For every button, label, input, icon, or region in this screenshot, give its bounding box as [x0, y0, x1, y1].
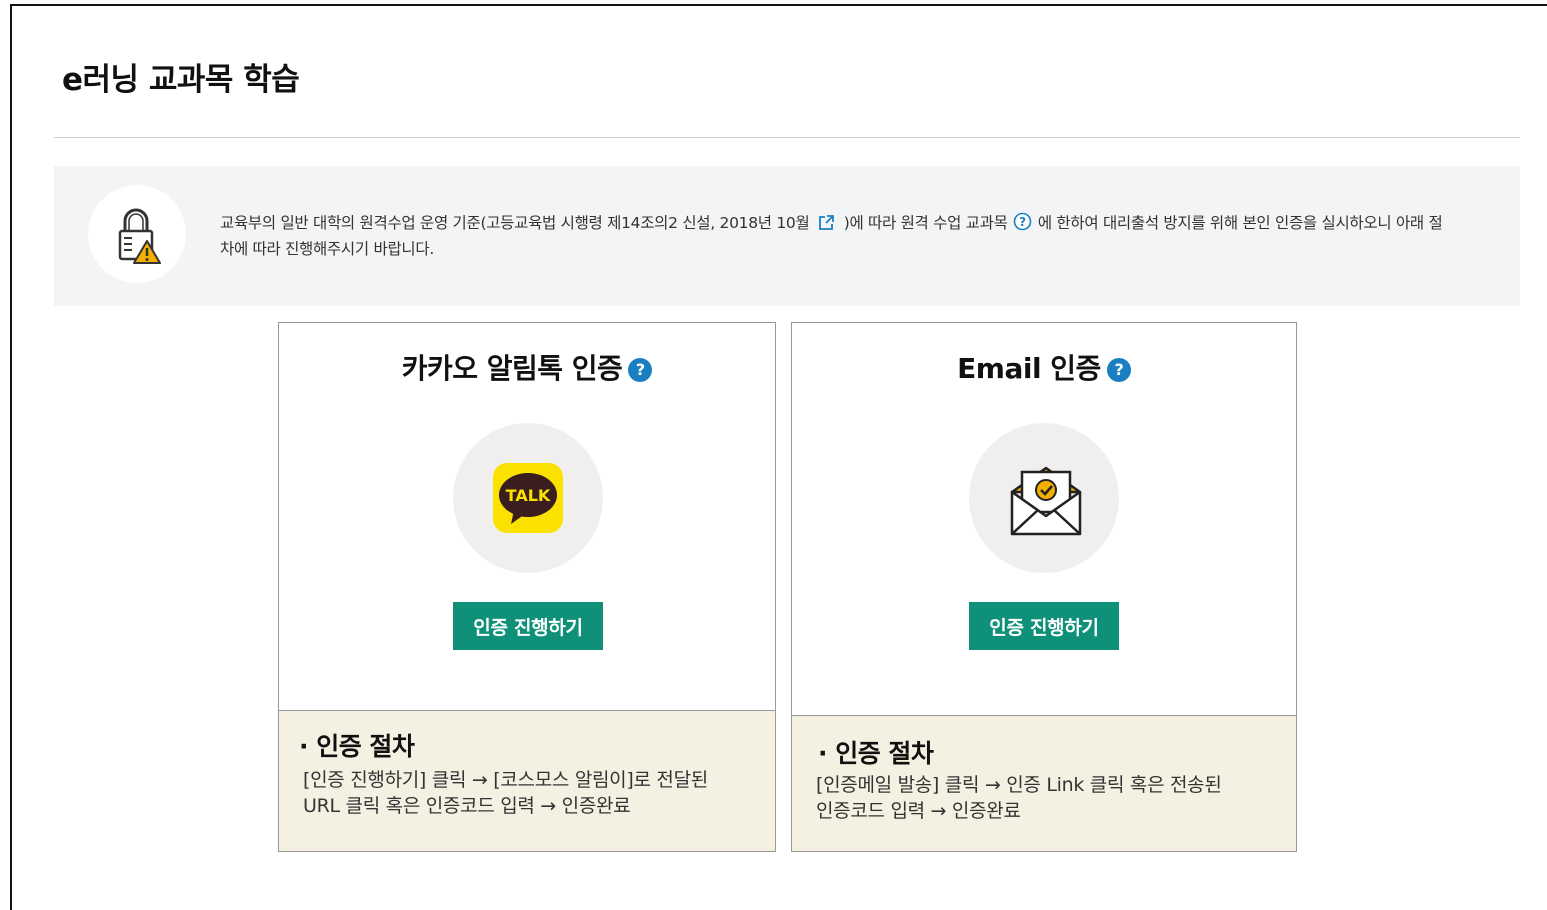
notice-text-part2: )에 따라 원격 수업 교과목: [843, 214, 1008, 232]
kakao-card-title-text: 카카오 알림톡 인증: [401, 352, 623, 385]
kakao-procedure-desc: [인증 진행하기] 클릭 → [코스모스 알림이]로 전달된 URL 클릭 혹은…: [303, 767, 763, 819]
lock-warning-icon: [118, 208, 161, 264]
title-divider: [54, 137, 1520, 138]
kakao-procedure-line2: URL 클릭 혹은 인증코드 입력 → 인증완료: [303, 795, 631, 817]
kakao-procedure-title: · 인증 절차: [299, 732, 415, 761]
email-procedure-line2: 인증코드 입력 → 인증완료: [816, 800, 1021, 822]
kakao-help-icon[interactable]: ?: [628, 358, 653, 382]
envelope-icon: [1010, 466, 1082, 536]
window-frame: [10, 4, 1547, 910]
email-proceed-button[interactable]: 인증 진행하기: [969, 602, 1119, 650]
kakao-auth-card: 카카오 알림톡 인증? TALK 인증 진행하기 · 인증 절차 [인증 진행하…: [278, 322, 776, 852]
email-procedure-title: · 인증 절차: [818, 739, 934, 768]
page-title: e러닝 교과목 학습: [62, 62, 300, 98]
email-procedure-desc: [인증메일 발송] 클릭 → 인증 Link 클릭 혹은 전송된 인증코드 입력…: [816, 772, 1276, 824]
kakao-procedure-box: · 인증 절차 [인증 진행하기] 클릭 → [코스모스 알림이]로 전달된 U…: [279, 710, 775, 851]
notice-text-part1: 교육부의 일반 대학의 원격수업 운영 기준(고등교육법 시행령 제14조의2 …: [220, 214, 810, 232]
kakao-icon-circle: TALK: [453, 423, 603, 573]
kakao-card-title: 카카오 알림톡 인증?: [279, 347, 775, 387]
external-link-icon[interactable]: [818, 214, 835, 238]
notice-text: 교육부의 일반 대학의 원격수업 운영 기준(고등교육법 시행령 제14조의2 …: [220, 212, 1450, 261]
email-help-icon[interactable]: ?: [1106, 358, 1131, 382]
kakao-procedure-line1: [인증 진행하기] 클릭 → [코스모스 알림이]로 전달된: [303, 769, 708, 791]
help-circle-icon[interactable]: ?: [1013, 212, 1032, 238]
notice-icon-circle: [88, 185, 186, 283]
email-auth-card: Email 인증? 인증 진행하기 · 인증 절차 [인증메일 발송] 클릭 →…: [791, 322, 1297, 852]
email-card-title-text: Email 인증: [957, 352, 1101, 385]
email-procedure-box: · 인증 절차 [인증메일 발송] 클릭 → 인증 Link 클릭 혹은 전송된…: [792, 715, 1296, 851]
kakaotalk-icon-text: TALK: [506, 486, 551, 505]
email-card-title: Email 인증?: [792, 347, 1296, 387]
svg-text:?: ?: [1019, 215, 1026, 229]
email-icon-circle: [969, 423, 1119, 573]
kakao-proceed-button[interactable]: 인증 진행하기: [453, 602, 603, 650]
email-procedure-line1: [인증메일 발송] 클릭 → 인증 Link 클릭 혹은 전송된: [816, 774, 1222, 796]
kakaotalk-icon: TALK: [493, 463, 563, 533]
